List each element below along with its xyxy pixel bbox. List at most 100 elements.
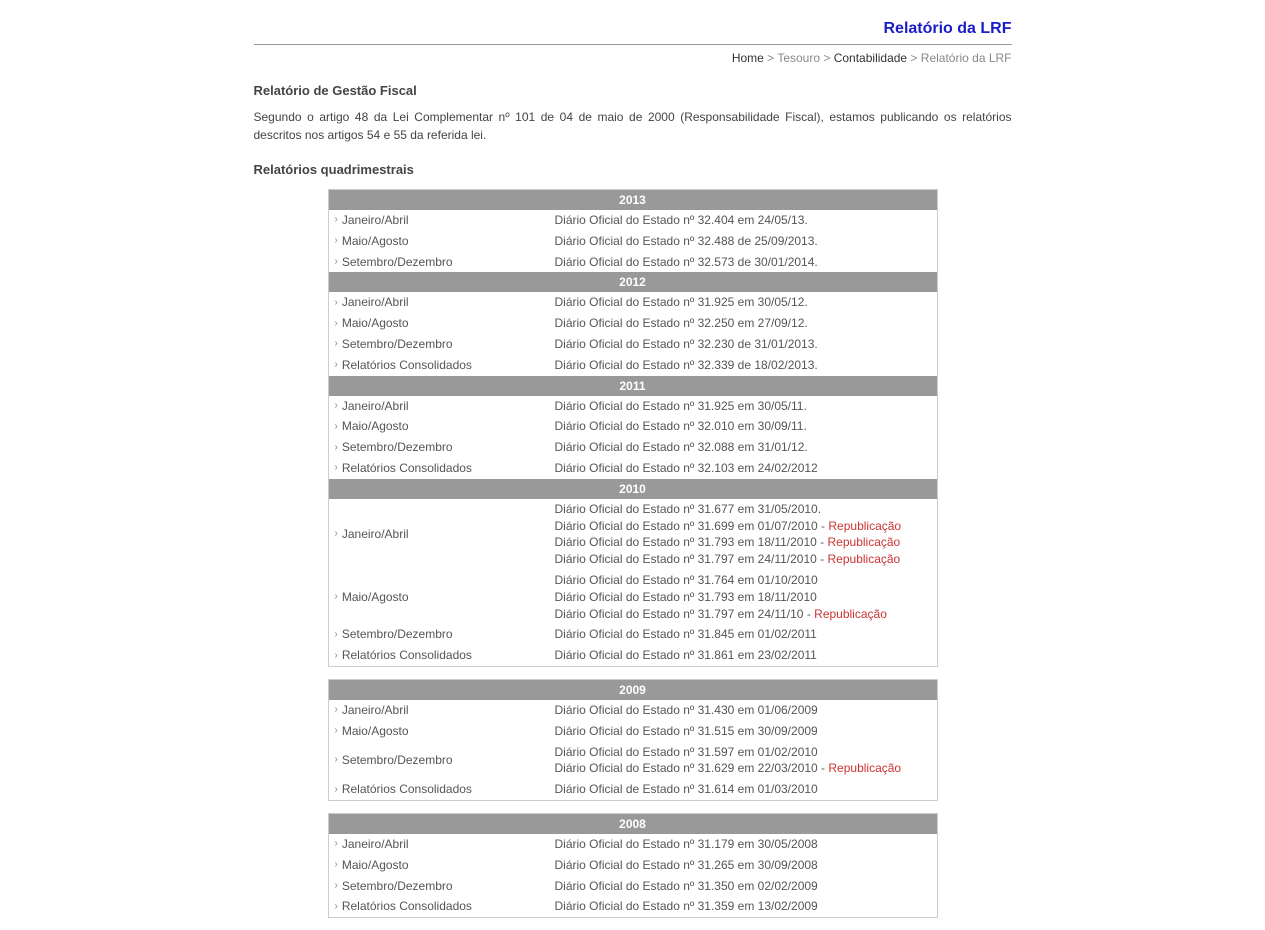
chevron-right-icon: › — [335, 296, 338, 310]
period-link[interactable]: Setembro/Dezembro — [342, 626, 453, 643]
year-header: 2010 — [329, 479, 937, 499]
table-row: › Maio/Agosto Diário Oficial do Estado nº … — [329, 313, 937, 334]
row-detail-cell: Diário Oficial do Estado nº 32.573 de 30… — [555, 254, 931, 271]
period-link[interactable]: Janeiro/Abril — [342, 526, 409, 543]
chevron-right-icon: › — [335, 879, 338, 893]
table-row: ›Janeiro/AbrilDiário Oficial do Estado n… — [329, 700, 937, 721]
period-link[interactable]: Setembro/Dezembro — [342, 254, 453, 271]
detail-line: Diário Oficial do Estado nº 31.515 em 30… — [555, 723, 931, 740]
row-detail-cell: Diário Oficial do Estado nº 31.925 em 30… — [555, 398, 931, 415]
detail-line: Diário Oficial do Estado nº 31.699 em 01… — [555, 518, 931, 535]
period-link[interactable]: Janeiro/Abril — [342, 398, 409, 415]
section-title: Relatório de Gestão Fiscal — [254, 83, 1012, 98]
report-table: 2013›Janeiro/AbrilDiário Oficial do Esta… — [328, 189, 938, 667]
detail-text: Diário Oficial do Estado nº 31.350 em 02… — [555, 879, 818, 893]
separator: - — [817, 535, 828, 549]
period-link[interactable]: Janeiro/Abril — [342, 212, 409, 229]
detail-line: Diário Oficial do Estado nº 31.629 em 22… — [555, 760, 931, 777]
period-link[interactable]: Setembro/Dezembro — [342, 439, 453, 456]
republicacao-label[interactable]: Republicação — [828, 761, 901, 775]
detail-line: Diário Oficial do Estado nº 32.339 de 18… — [555, 357, 931, 374]
chevron-right-icon: › — [335, 590, 338, 604]
period-link[interactable]: Janeiro/Abril — [342, 836, 409, 853]
republicacao-label[interactable]: Republicação — [814, 607, 887, 621]
table-row: ›Janeiro/AbrilDiário Oficial do Estado n… — [329, 210, 937, 231]
chevron-right-icon: › — [335, 837, 338, 851]
period-link[interactable]: Relatórios Consolidados — [342, 781, 472, 798]
detail-text: Diário Oficial do Estado nº 31.861 em 23… — [555, 648, 817, 662]
period-link[interactable]: Maio/Agosto — [342, 233, 409, 250]
period-link[interactable]: Maio/Agosto — [342, 315, 409, 332]
chevron-right-icon: › — [335, 783, 338, 797]
detail-line: Diário Oficial do Estado nº 31.359 em 13… — [555, 898, 931, 915]
row-detail-cell: Diário Oficial do Estado nº 32.488 de 25… — [555, 233, 931, 250]
row-period-cell: › Maio/Agosto — [335, 315, 555, 332]
table-row: › Setembro/Dezembro Diário Oficial do Esta… — [329, 742, 937, 780]
breadcrumb-l2[interactable]: Contabilidade — [834, 51, 907, 65]
detail-line: Diário Oficial de Estado nº 31.614 em 01… — [555, 781, 931, 798]
detail-line: Diário Oficial do Estado nº 31.179 em 30… — [555, 836, 931, 853]
period-link[interactable]: Relatórios Consolidados — [342, 898, 472, 915]
chevron-right-icon: › — [335, 337, 338, 351]
period-link[interactable]: Setembro/Dezembro — [342, 336, 453, 353]
detail-line: Diário Oficial do Estado nº 31.797 em 24… — [555, 606, 931, 623]
period-link[interactable]: Relatórios Consolidados — [342, 647, 472, 664]
intro-text: Segundo o artigo 48 da Lei Complementar … — [254, 108, 1012, 144]
detail-line: Diário Oficial do Estado nº 32.250 em 27… — [555, 315, 931, 332]
period-link[interactable]: Maio/Agosto — [342, 857, 409, 874]
period-link[interactable]: Relatórios Consolidados — [342, 357, 472, 374]
breadcrumb-l1[interactable]: Tesouro — [777, 51, 820, 65]
period-link[interactable]: Relatórios Consolidados — [342, 460, 472, 477]
period-link[interactable]: Setembro/Dezembro — [342, 752, 453, 769]
row-period-cell: › Maio/Agosto — [335, 723, 555, 740]
row-period-cell: ›Relatórios Consolidados — [335, 647, 555, 664]
separator: - — [818, 761, 829, 775]
chevron-right-icon: › — [335, 317, 338, 331]
period-link[interactable]: Setembro/Dezembro — [342, 878, 453, 895]
detail-text: Diário Oficial do Estado nº 31.797 em 24… — [555, 552, 817, 566]
table-row: ›Relatórios ConsolidadosDiário Oficial d… — [329, 896, 937, 917]
republicacao-label[interactable]: Republicação — [828, 519, 901, 533]
row-period-cell: › Setembro/Dezembro — [335, 336, 555, 353]
table-row: ›Janeiro/AbrilDiário Oficial do Estado n… — [329, 499, 937, 570]
row-detail-cell: Diário Oficial do Estado nº 31.179 em 30… — [555, 836, 931, 853]
table-row: ›Janeiro/AbrilDiário Oficial do Estado n… — [329, 396, 937, 417]
row-period-cell: ›Janeiro/Abril — [335, 702, 555, 719]
breadcrumb-home[interactable]: Home — [732, 51, 764, 65]
row-period-cell: › Janeiro/Abril — [335, 294, 555, 311]
detail-line: Diário Oficial do Estado nº 31.793 em 18… — [555, 534, 931, 551]
row-period-cell: ›Janeiro/Abril — [335, 212, 555, 229]
separator: - — [818, 519, 829, 533]
detail-line: Diário Oficial do Estado nº 31.350 em 02… — [555, 878, 931, 895]
row-period-cell: › Setembro/Dezembro — [335, 878, 555, 895]
breadcrumb: Home > Tesouro > Contabilidade > Relatór… — [254, 45, 1012, 65]
detail-text: Diário Oficial do Estado nº 31.179 em 30… — [555, 837, 818, 851]
republicacao-label[interactable]: Republicação — [828, 535, 901, 549]
detail-text: Diário Oficial do Estado nº 31.430 em 01… — [555, 703, 818, 717]
year-header: 2012 — [329, 272, 937, 292]
republicacao-label[interactable]: Republicação — [828, 552, 901, 566]
period-link[interactable]: Maio/Agosto — [342, 589, 409, 606]
chevron-right-icon: › — [335, 753, 338, 767]
period-link[interactable]: Maio/Agosto — [342, 723, 409, 740]
detail-text: Diário Oficial do Estado nº 31.359 em 13… — [555, 899, 818, 913]
detail-text: Diário Oficial do Estado nº 31.699 em 01… — [555, 519, 818, 533]
row-detail-cell: Diário Oficial do Estado nº 32.250 em 27… — [555, 315, 931, 332]
row-detail-cell: Diário Oficial do Estado nº 31.861 em 23… — [555, 647, 931, 664]
period-link[interactable]: Janeiro/Abril — [342, 294, 409, 311]
period-link[interactable]: Janeiro/Abril — [342, 702, 409, 719]
year-header: 2013 — [329, 190, 937, 210]
chevron-right-icon: › — [335, 234, 338, 248]
chevron-right-icon: › — [335, 724, 338, 738]
table-row: ›Setembro/DezembroDiário Oficial do Esta… — [329, 624, 937, 645]
table-row: › Setembro/Dezembro Diário Oficial do Esta… — [329, 334, 937, 355]
detail-text: Diário Oficial do Estado nº 32.404 em 24… — [555, 213, 808, 227]
row-period-cell: ›Setembro/Dezembro — [335, 626, 555, 643]
row-detail-cell: Diário Oficial do Estado nº 31.845 em 01… — [555, 626, 931, 643]
row-detail-cell: Diário Oficial do Estado nº 32.230 de 31… — [555, 336, 931, 353]
detail-text: Diário Oficial do Estado nº 31.797 em 24… — [555, 607, 804, 621]
row-detail-cell: Diário Oficial do Estado nº 31.925 em 30… — [555, 294, 931, 311]
table-row: › Setembro/Dezembro Diário Oficial do Esta… — [329, 876, 937, 897]
period-link[interactable]: Maio/Agosto — [342, 418, 409, 435]
detail-line: Diário Oficial do Estado nº 31.764 em 01… — [555, 572, 931, 589]
